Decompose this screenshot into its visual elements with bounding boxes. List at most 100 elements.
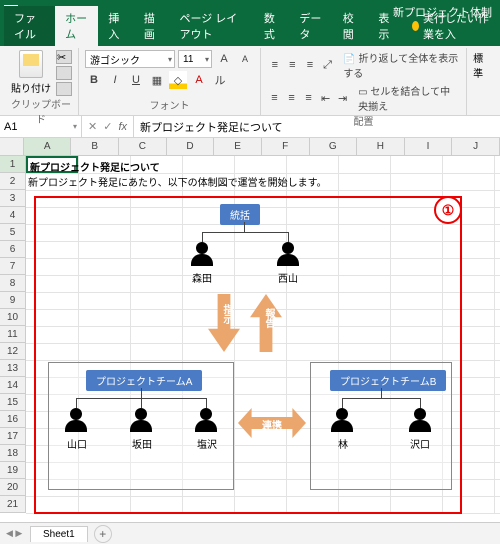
col-header-g[interactable]: G [310,138,358,155]
tell-me[interactable]: 実行したい作業を入 [404,6,500,46]
formula-bar[interactable]: 新プロジェクト発足について [134,119,500,135]
increase-font-icon[interactable]: A [215,50,233,68]
person-icon [277,242,299,266]
row-header-5[interactable]: 5 [0,224,26,241]
row-header-19[interactable]: 19 [0,462,26,479]
col-header-d[interactable]: D [167,138,215,155]
row-header-2[interactable]: 2 [0,173,26,190]
font-size-combo[interactable]: 11 [178,50,212,68]
cancel-icon[interactable]: ✕ [88,120,97,133]
align-bottom-icon[interactable]: ≡ [302,56,318,74]
row-header-6[interactable]: 6 [0,241,26,258]
tab-layout[interactable]: ページ レイアウト [169,6,253,46]
col-header-j[interactable]: J [452,138,500,155]
sheet-tab-1[interactable]: Sheet1 [30,526,88,542]
border-button[interactable]: ▦ [148,71,166,89]
connector [141,398,142,408]
tab-insert[interactable]: 挿入 [98,6,134,46]
person-name: 沢口 [410,436,430,451]
cell-a2[interactable]: 新プロジェクト発足にあたり、以下の体制図で運営を開始します。 [26,173,329,190]
select-all-corner[interactable] [0,138,24,155]
tab-data[interactable]: データ [289,6,332,46]
wrap-text-button[interactable]: 📄 折り返して全体を表示する [343,50,460,80]
row-header-4[interactable]: 4 [0,207,26,224]
tab-home[interactable]: ホーム [55,6,98,46]
indent-dec-icon[interactable]: ⇤ [318,89,333,107]
org-chart-diagram[interactable]: ① 統括 森田 西山 指示 報告 プロジェクトチームA [34,196,462,514]
bold-button[interactable]: B [85,71,103,89]
person-name: 塩沢 [196,436,218,451]
enter-icon[interactable]: ✓ [103,120,112,133]
format-painter-icon[interactable] [56,82,72,96]
tab-view[interactable]: 表示 [368,6,404,46]
sheet-nav[interactable]: ◀ ▶ [6,528,22,539]
row-header-16[interactable]: 16 [0,411,26,428]
tab-file[interactable]: ファイル [4,6,55,46]
row-headers: 123456789101112131415161718192021 [0,156,26,513]
col-header-f[interactable]: F [262,138,310,155]
col-header-h[interactable]: H [357,138,405,155]
row-header-17[interactable]: 17 [0,428,26,445]
ribbon: 貼り付け ✂ クリップボード 游ゴシック 11 A A B I U ▦ ◇ [0,46,500,116]
row-header-3[interactable]: 3 [0,190,26,207]
font-group-label: フォント [85,97,254,113]
row-header-21[interactable]: 21 [0,496,26,513]
ribbon-group-alignment: ≡ ≡ ≡ ⤢ 📄 折り返して全体を表示する ≡ ≡ ≡ ⇤ ⇥ ▭ セルを結合… [261,48,467,115]
row-header-20[interactable]: 20 [0,479,26,496]
fill-color-button[interactable]: ◇ [169,71,187,89]
row-header-18[interactable]: 18 [0,445,26,462]
indent-inc-icon[interactable]: ⇥ [335,89,350,107]
name-box[interactable]: A1 [0,116,82,137]
cell-a1[interactable]: 新プロジェクト発足について [26,156,78,173]
col-header-a[interactable]: A [24,138,72,155]
spreadsheet-grid[interactable]: A B C D E F G H I J 12345678910111213141… [0,138,500,522]
new-sheet-button[interactable]: + [94,525,112,543]
connector [342,398,420,399]
cells-area[interactable]: 新プロジェクト発足について 新プロジェクト発足にあたり、以下の体制図で運営を開始… [26,156,500,513]
paste-button[interactable]: 貼り付け [10,50,52,96]
align-top-icon[interactable]: ≡ [267,56,283,74]
number-format-label[interactable]: 標準 [473,50,490,80]
align-center-icon[interactable]: ≡ [284,89,299,107]
connector [288,232,289,242]
col-header-b[interactable]: B [71,138,119,155]
person-icon [191,242,213,266]
tab-review[interactable]: 校閲 [333,6,369,46]
underline-button[interactable]: U [127,71,145,89]
connector [342,398,343,408]
row-header-10[interactable]: 10 [0,309,26,326]
col-header-e[interactable]: E [214,138,262,155]
row-header-9[interactable]: 9 [0,292,26,309]
orientation-icon[interactable]: ⤢ [320,56,336,74]
ribbon-group-number: 標準 [467,48,496,115]
copy-icon[interactable] [56,66,72,80]
row-header-1[interactable]: 1 [0,156,26,173]
align-middle-icon[interactable]: ≡ [285,56,301,74]
tab-formulas[interactable]: 数式 [254,6,290,46]
tab-draw[interactable]: 描画 [134,6,170,46]
col-header-i[interactable]: I [405,138,453,155]
decrease-font-icon[interactable]: A [236,50,254,68]
row-header-15[interactable]: 15 [0,394,26,411]
merge-center-button[interactable]: ▭ セルを結合して中央揃え [358,83,460,113]
cut-icon[interactable]: ✂ [56,50,72,64]
fx-icon[interactable]: fx [118,121,127,133]
row-header-13[interactable]: 13 [0,360,26,377]
phonetic-button[interactable]: ル [211,71,229,89]
row-header-12[interactable]: 12 [0,343,26,360]
row-header-8[interactable]: 8 [0,275,26,292]
align-right-icon[interactable]: ≡ [301,89,316,107]
connector [141,388,142,398]
bulb-icon [412,21,419,31]
row-header-11[interactable]: 11 [0,326,26,343]
wrap-label: 折り返して全体を表示する [343,54,458,80]
font-color-button[interactable]: A [190,71,208,89]
font-name-combo[interactable]: 游ゴシック [85,50,175,68]
italic-button[interactable]: I [106,71,124,89]
connector [202,232,288,233]
row-header-14[interactable]: 14 [0,377,26,394]
align-left-icon[interactable]: ≡ [267,89,282,107]
col-header-c[interactable]: C [119,138,167,155]
team-b-label: プロジェクトチームB [330,370,446,391]
row-header-7[interactable]: 7 [0,258,26,275]
